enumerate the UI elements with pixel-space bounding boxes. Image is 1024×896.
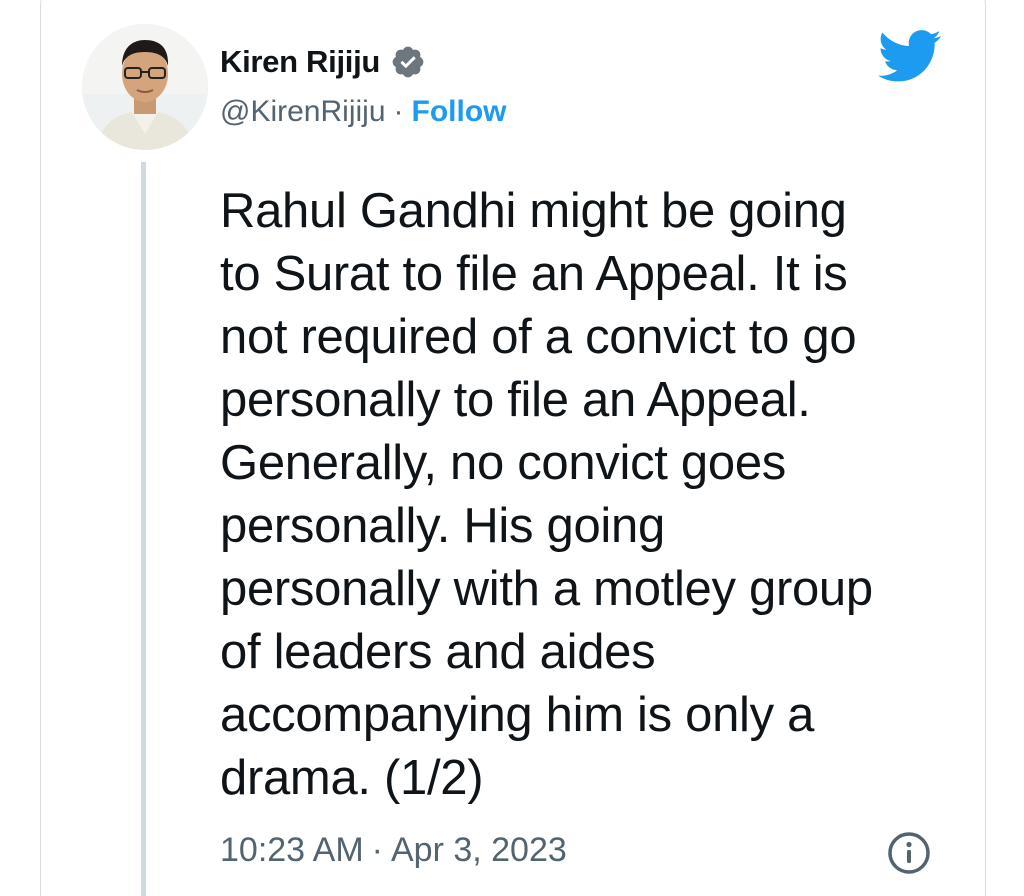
handle-separator: · [393, 95, 404, 128]
thread-line [141, 162, 146, 896]
follow-link[interactable]: Follow [412, 95, 507, 129]
info-icon[interactable] [886, 830, 932, 876]
tweet-text: Rahul Gandhi might be going to Surat to … [220, 184, 873, 805]
avatar[interactable] [82, 24, 208, 150]
meta-separator: · [371, 830, 383, 869]
verified-badge-icon [390, 44, 426, 80]
tweet-time[interactable]: 10:23 AM [220, 831, 364, 870]
twitter-bird-icon[interactable] [878, 30, 942, 82]
user-handle[interactable]: @KirenRijiju [220, 95, 386, 129]
display-name[interactable]: Kiren Rijiju [220, 44, 380, 80]
tweet-date[interactable]: Apr 3, 2023 [391, 831, 567, 870]
